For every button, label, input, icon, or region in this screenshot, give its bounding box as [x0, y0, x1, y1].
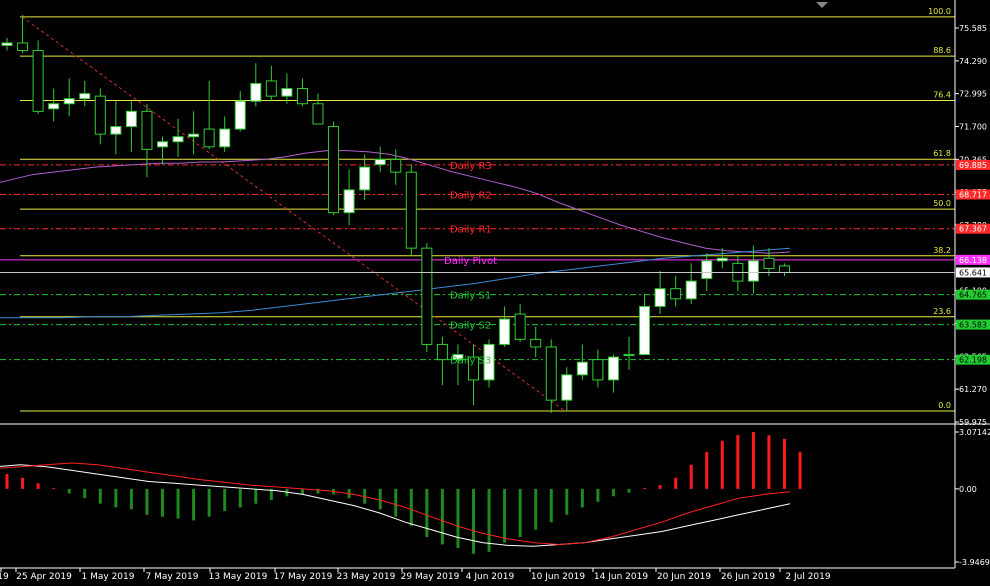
date-tick-label: 17 May 2019: [274, 572, 333, 582]
pivot-price-tag-label: 62.198: [959, 356, 987, 365]
date-tick-label: 29 May 2019: [401, 572, 460, 582]
candle-body: [188, 133, 200, 138]
candle-body: [110, 126, 122, 135]
candle-body: [701, 260, 713, 280]
macd-tick-label: 0.00: [959, 485, 977, 494]
fib-level-label: 23.6: [933, 307, 951, 316]
fib-level-label: 88.6: [933, 46, 951, 55]
current-price-tag-label: 65.641: [959, 268, 987, 277]
macd-tick-label: 3.07142: [959, 428, 990, 437]
candle-body: [685, 280, 697, 300]
price-tick-label: 72.995: [959, 90, 987, 99]
trading-chart[interactable]: 100.0 88.6 76.4 61.8 50.0 38.2 23.6 0.0 Daily R…: [0, 0, 990, 586]
price-tick-label: 71.700: [959, 123, 987, 132]
candle-body: [514, 313, 526, 340]
candle-body: [779, 265, 790, 273]
candle-body: [561, 374, 573, 401]
candle-body: [374, 158, 386, 166]
candle-body: [203, 128, 215, 148]
candle-body: [141, 110, 153, 150]
candle-body: [576, 361, 588, 376]
pivot-price-tag-label: 67.367: [959, 225, 987, 234]
candle-body: [234, 100, 246, 130]
candle-body: [436, 343, 448, 361]
candle-body: [328, 126, 340, 214]
candle-body: [48, 103, 60, 110]
candle-body: [265, 80, 277, 97]
fib-level-label: 0.0: [938, 401, 951, 410]
pivot-level-label: Daily Pivot: [444, 256, 497, 267]
candle-body: [157, 141, 168, 148]
date-tick-label: 23 May 2019: [337, 572, 396, 582]
candle-body: [530, 338, 542, 348]
macd-tick-label: -3.94698: [959, 558, 990, 567]
candle-body: [125, 110, 137, 128]
price-tick-label: 74.290: [959, 57, 987, 66]
date-tick-label: 10 Jun 2019: [531, 572, 585, 582]
candle-body: [250, 82, 262, 102]
candle-body: [312, 103, 324, 125]
price-tick-label: 61.270: [959, 385, 987, 394]
pivot-level-label: Daily R3: [450, 161, 492, 172]
candle-body: [359, 166, 371, 191]
candle-body: [219, 128, 231, 148]
pivot-level-label: Daily S2: [450, 321, 491, 332]
pivot-price-tag-label: 69.885: [959, 161, 987, 170]
candle-body: [94, 95, 106, 135]
candle-body: [716, 257, 728, 262]
candle-body: [405, 171, 417, 249]
candle-body: [17, 42, 29, 52]
date-tick-label: 13 May 2019: [209, 572, 268, 582]
candle-body: [763, 257, 775, 269]
pivot-level-label: Daily S3: [450, 356, 491, 367]
date-tick-label: 20 Jun 2019: [657, 572, 711, 582]
candle-body: [592, 359, 604, 381]
pivot-price-tag-label: 63.583: [959, 321, 987, 330]
candle-body: [79, 93, 91, 100]
candle-body: [32, 50, 44, 112]
fib-level-label: 100.0: [928, 7, 951, 16]
fib-level-label: 76.4: [933, 90, 951, 99]
date-tick-label: 14 Jun 2019: [594, 572, 648, 582]
candle-body: [654, 288, 666, 307]
date-tick-label: 19: [0, 572, 9, 582]
candle-body: [63, 98, 75, 105]
date-tick-label: 1 May 2019: [82, 572, 135, 582]
candle-body: [670, 288, 682, 300]
candle-body: [623, 354, 635, 357]
candle-body: [296, 88, 308, 105]
pivot-price-tag-label: 64.765: [959, 291, 987, 300]
fib-level-label: 61.8: [933, 149, 951, 158]
date-tick-label: 2 Jul 2019: [785, 572, 830, 582]
date-tick-label: 7 May 2019: [146, 572, 199, 582]
candle-body: [499, 318, 511, 345]
candle-body: [607, 356, 619, 381]
candle-body: [343, 189, 355, 214]
pivot-price-tag-label: 66.138: [959, 256, 987, 265]
price-tick-label: 75.585: [959, 24, 987, 33]
pivot-level-label: Daily S1: [450, 291, 491, 302]
pivot-price-tag-label: 68.717: [959, 191, 987, 200]
pivot-level-label: Daily R1: [450, 225, 492, 236]
date-tick-label: 25 Apr 2019: [16, 572, 72, 582]
pivot-level-label: Daily R2: [450, 191, 492, 202]
date-tick-label: 26 Jun 2019: [721, 572, 775, 582]
candle-body: [281, 88, 293, 97]
candle-body: [421, 247, 433, 345]
date-tick-label: 4 Jun 2019: [466, 572, 515, 582]
chart-background: [0, 0, 990, 586]
candle-body: [639, 305, 651, 356]
candle-body: [1, 42, 13, 46]
candle-body: [172, 136, 184, 143]
price-tick-label: 59.975: [959, 418, 987, 427]
fib-level-label: 38.2: [933, 246, 951, 255]
candle-body: [390, 158, 402, 173]
candle-body: [545, 346, 557, 401]
fib-level-label: 50.0: [933, 199, 951, 208]
candle-body: [747, 260, 759, 282]
